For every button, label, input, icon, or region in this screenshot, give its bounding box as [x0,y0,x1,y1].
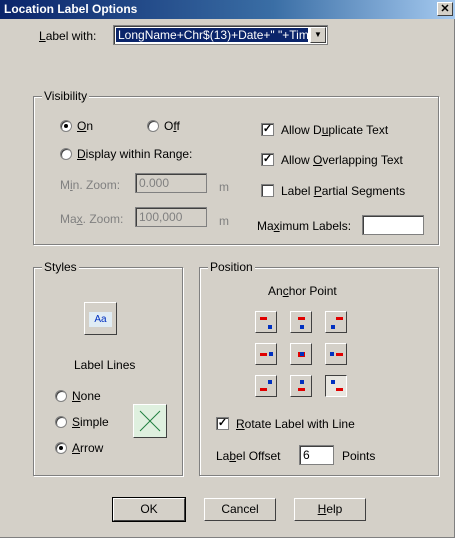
min-zoom-label: Min. Zoom: [60,178,121,192]
min-zoom-unit: m [219,180,229,194]
visibility-range-radio[interactable] [60,148,72,160]
anchor-bottom-left[interactable] [255,375,277,397]
line-style-icon [139,410,161,432]
line-simple-label[interactable]: Simple [72,415,109,429]
label-partial-label[interactable]: Label Partial Segments [281,184,405,198]
line-style-button[interactable] [133,404,167,438]
label-with-combobox[interactable]: LongName+Chr$(13)+Date+" "+Time ▼ [113,25,328,45]
anchor-bottom-right[interactable] [325,375,347,397]
visibility-off-label[interactable]: Off [164,119,180,133]
allow-duplicate-checkbox[interactable]: ✓ [261,123,274,136]
label-lines-heading: Label Lines [74,358,136,372]
anchor-middle-right[interactable] [325,343,347,365]
max-labels-field[interactable] [362,215,424,235]
label-offset-field[interactable]: 6 [299,445,334,465]
label-offset-unit: Points [342,449,376,463]
max-zoom-unit: m [219,214,229,228]
label-with-label: Label with: [39,29,97,43]
visibility-range-label[interactable]: Display within Range: [77,147,192,161]
label-partial-checkbox[interactable] [261,184,274,197]
title-bar: Location Label Options ✕ [0,0,455,19]
allow-overlapping-label[interactable]: Allow Overlapping Text [281,153,403,167]
cancel-button[interactable]: Cancel [204,498,276,521]
visibility-on-radio[interactable] [60,120,72,132]
anchor-middle-left[interactable] [255,343,277,365]
location-label-options-dialog: Location Label Options ✕ Label with: Lon… [0,0,455,538]
anchor-point-heading: Anchor Point [268,284,337,298]
font-icon: Aa [89,312,112,327]
position-legend: Position [208,260,255,274]
line-arrow-label[interactable]: Arrow [72,441,103,455]
max-zoom-label: Max. Zoom: [60,212,124,226]
line-simple-radio[interactable] [55,416,67,428]
font-button[interactable]: Aa [84,302,117,335]
line-none-label[interactable]: None [72,389,101,403]
min-zoom-field[interactable]: 0.000 [135,173,207,193]
line-arrow-radio[interactable] [55,442,67,454]
line-none-radio[interactable] [55,390,67,402]
anchor-bottom-center[interactable] [290,375,312,397]
max-zoom-field[interactable]: 100,000 [135,207,207,227]
rotate-label-label[interactable]: Rotate Label with Line [236,417,355,431]
anchor-top-left[interactable] [255,311,277,333]
visibility-legend: Visibility [42,89,90,103]
anchor-top-right[interactable] [325,311,347,333]
chevron-down-icon[interactable]: ▼ [310,27,326,43]
help-button[interactable]: Help [294,498,366,521]
window-title: Location Label Options [4,2,138,16]
allow-duplicate-label[interactable]: Allow Duplicate Text [281,123,388,137]
allow-overlapping-checkbox[interactable]: ✓ [261,153,274,166]
rotate-label-checkbox[interactable]: ✓ [216,417,229,430]
visibility-on-label[interactable]: On [77,119,93,133]
anchor-center[interactable] [290,343,312,365]
styles-legend: Styles [42,260,79,274]
label-offset-label: Label Offset [216,449,281,463]
close-button[interactable]: ✕ [437,2,453,16]
max-labels-label: Maximum Labels: [257,219,352,233]
anchor-top-center[interactable] [290,311,312,333]
visibility-off-radio[interactable] [147,120,159,132]
label-with-value: LongName+Chr$(13)+Date+" "+Time [116,28,308,42]
ok-button[interactable]: OK [112,497,186,522]
